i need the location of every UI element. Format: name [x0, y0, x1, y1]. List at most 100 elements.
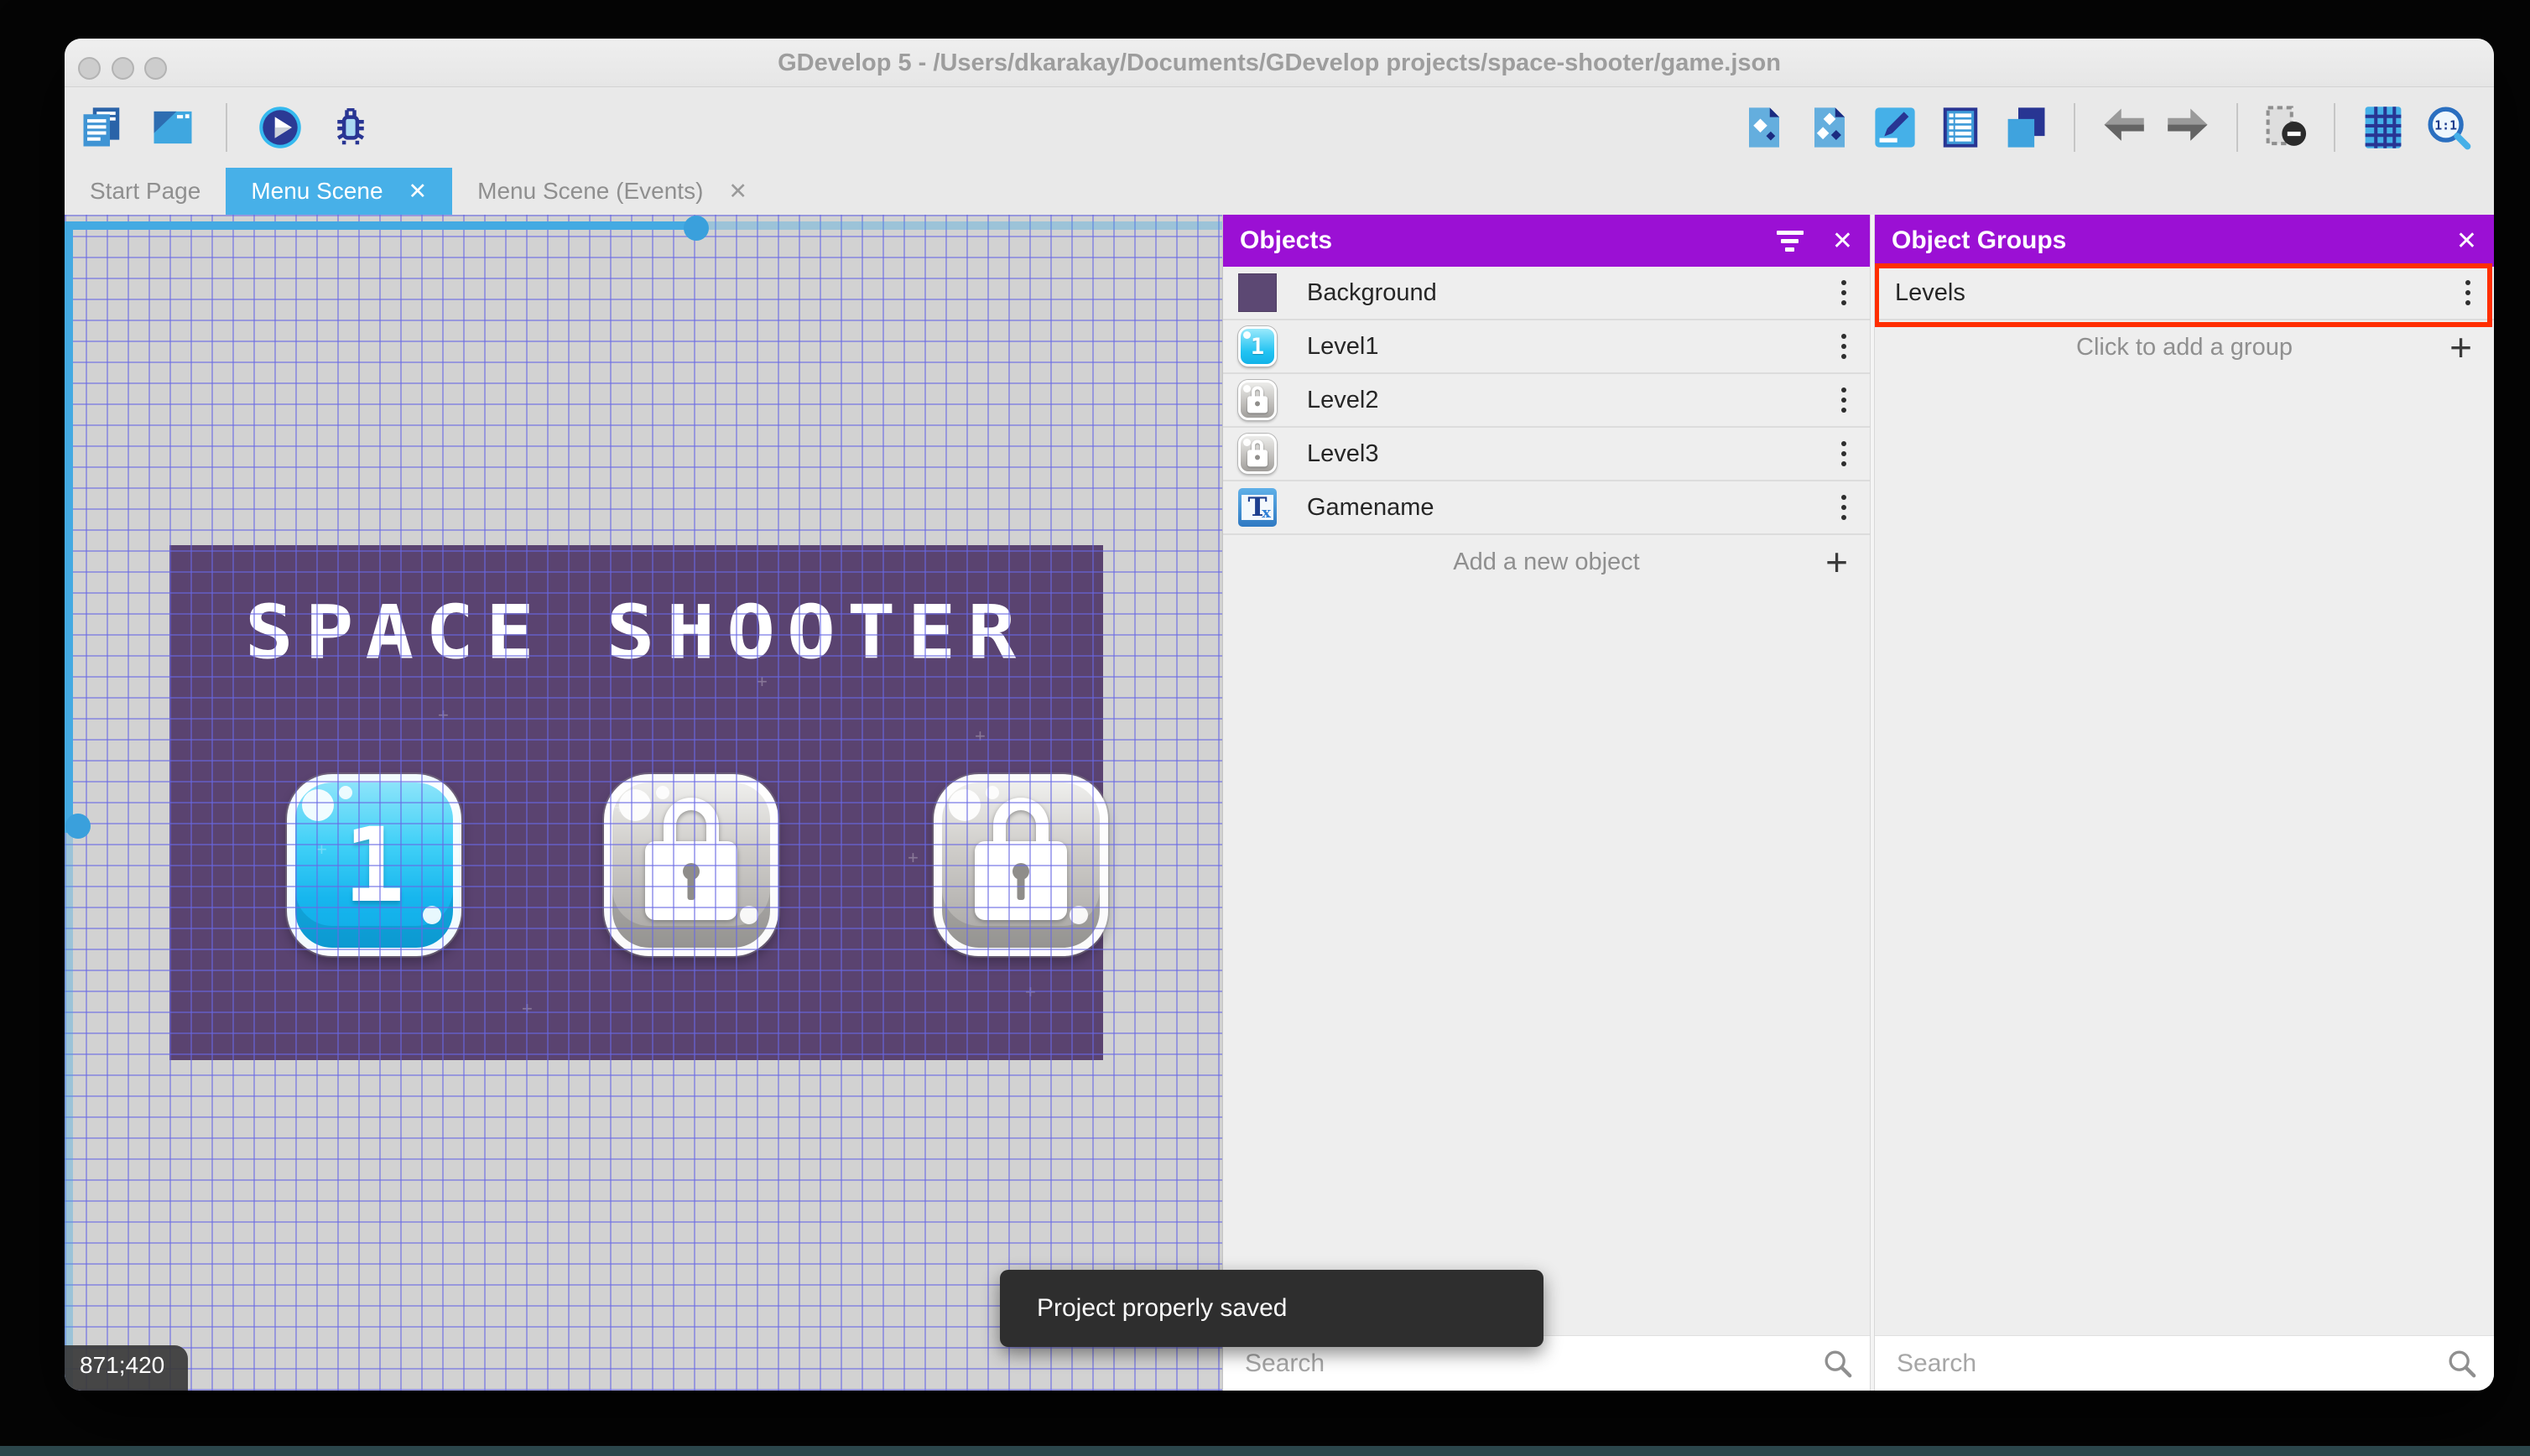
object-row-level1[interactable]: 1 Level1 [1223, 320, 1870, 374]
add-new-object-label: Add a new object [1453, 548, 1640, 575]
object-label: Level3 [1307, 439, 1379, 467]
tab-menu-scene-events[interactable]: Menu Scene (Events) ✕ [452, 168, 773, 215]
object-menu-kebab-icon[interactable] [1833, 436, 1855, 471]
grid-icon[interactable] [2359, 103, 2408, 152]
redo-icon[interactable] [2164, 103, 2213, 152]
toolbar-left-group [78, 87, 375, 168]
star-decoration: + [522, 998, 533, 1019]
preview-play-icon[interactable] [256, 103, 305, 152]
tab-label: Start Page [90, 178, 201, 204]
locked-button-icon [1238, 380, 1277, 420]
cursor-coordinates-badge: 871;420 [65, 1345, 189, 1391]
gloss-dot [740, 906, 758, 924]
search-icon [1825, 1349, 1852, 1377]
object-groups-panel: Object Groups ✕ Levels Click to add a gr… [1875, 215, 2494, 1391]
object-row-level2[interactable]: Level2 [1223, 374, 1870, 428]
star-decoration: + [316, 839, 327, 860]
vertical-scroll-indicator[interactable] [65, 221, 73, 1391]
add-objects-icon[interactable] [1805, 103, 1854, 152]
screen: GDevelop 5 - /Users/dkarakay/Documents/G… [0, 0, 2530, 1456]
close-tab-icon[interactable]: ✕ [728, 179, 747, 203]
editor-tabs: Start Page Menu Scene ✕ Menu Scene (Even… [65, 168, 2494, 215]
level-1-button[interactable]: 1 [287, 774, 461, 956]
close-panel-icon[interactable]: ✕ [1832, 226, 1853, 256]
scene-editor-canvas[interactable]: SPACE SHOOTER + + + + + + + + 1 871;420 [65, 215, 1222, 1391]
render-mask-icon[interactable] [2262, 103, 2310, 152]
tab-start-page[interactable]: Start Page [65, 168, 226, 215]
object-label: Level2 [1307, 386, 1379, 413]
plus-icon: + [2449, 325, 2472, 369]
object-groups-panel-header: Object Groups ✕ [1875, 215, 2494, 267]
objects-panel: Objects ✕ Background 1 Level1 Level2 Lev… [1222, 215, 1870, 1391]
toolbar-separator [226, 103, 227, 152]
object-menu-kebab-icon[interactable] [1833, 275, 1855, 310]
undo-icon[interactable] [2099, 103, 2147, 152]
horizontal-scroll-knob[interactable] [684, 216, 709, 241]
object-row-gamename[interactable]: Tx Gamename [1223, 481, 1870, 535]
group-menu-kebab-icon[interactable] [2457, 275, 2479, 310]
object-label: Level1 [1307, 332, 1379, 360]
scene-background-image[interactable]: SPACE SHOOTER + + + + + + + + 1 [169, 545, 1108, 1060]
toolbar-separator [2236, 103, 2238, 152]
object-label: Gamename [1307, 493, 1434, 521]
object-groups-panel-title: Object Groups [1892, 226, 2067, 254]
lock-icon [645, 797, 737, 923]
object-menu-kebab-icon[interactable] [1833, 329, 1855, 364]
level-3-locked-button[interactable] [934, 774, 1108, 956]
lock-icon [975, 797, 1067, 923]
toolbar-separator [2334, 103, 2335, 152]
save-toast: Project properly saved [1000, 1270, 1544, 1347]
search-icon [2449, 1349, 2476, 1377]
gloss-dot [1070, 906, 1088, 924]
zoom-1-1-icon[interactable]: 1:1 [2424, 103, 2473, 152]
gdevelop-window: GDevelop 5 - /Users/dkarakay/Documents/G… [65, 39, 2494, 1391]
title-bar: GDevelop 5 - /Users/dkarakay/Documents/G… [65, 39, 2494, 87]
locked-button-icon [1238, 434, 1277, 474]
window-title: GDevelop 5 - /Users/dkarakay/Documents/G… [778, 49, 1781, 76]
add-new-object-button[interactable]: Add a new object + [1223, 535, 1870, 589]
objects-panel-title: Objects [1240, 226, 1333, 254]
level-1-button-icon: 1 [1238, 326, 1277, 367]
star-decoration: + [614, 797, 625, 818]
layers-icon[interactable] [2002, 103, 2050, 152]
main-toolbar: 1:1 [65, 87, 2494, 168]
tab-menu-scene[interactable]: Menu Scene ✕ [226, 168, 453, 215]
objects-list-icon[interactable] [1936, 103, 1985, 152]
star-decoration: + [757, 671, 768, 692]
scene-title-text: SPACE SHOOTER [244, 589, 1028, 676]
vertical-scroll-knob[interactable] [65, 814, 91, 839]
main-content: SPACE SHOOTER + + + + + + + + 1 871;420 … [65, 215, 2494, 1391]
gloss-dot [423, 906, 441, 924]
object-groups-list: Levels Click to add a group + [1875, 267, 2494, 374]
close-tab-icon[interactable]: ✕ [409, 179, 428, 203]
level-2-locked-button[interactable] [604, 774, 778, 956]
star-decoration: + [438, 705, 449, 725]
debug-icon[interactable] [326, 103, 375, 152]
close-panel-icon[interactable]: ✕ [2456, 226, 2477, 256]
object-row-background[interactable]: Background [1223, 267, 1870, 320]
text-object-icon: Tx [1238, 488, 1277, 527]
background-swatch-icon [1238, 273, 1277, 312]
open-scene-window-icon[interactable] [148, 103, 197, 152]
plus-icon: + [1825, 540, 1848, 584]
star-decoration: + [1025, 981, 1036, 1002]
object-label: Background [1307, 278, 1437, 306]
filter-icon[interactable] [1776, 230, 1804, 252]
object-menu-kebab-icon[interactable] [1833, 490, 1855, 525]
toast-message: Project properly saved [1037, 1294, 1288, 1322]
groups-search-input[interactable] [1875, 1336, 2494, 1391]
edit-scene-properties-icon[interactable] [1871, 103, 1919, 152]
add-object-icon[interactable] [1740, 103, 1788, 152]
add-group-button[interactable]: Click to add a group + [1875, 320, 2494, 374]
objects-panel-header: Objects ✕ [1223, 215, 1870, 267]
toolbar-separator [2074, 103, 2075, 152]
object-menu-kebab-icon[interactable] [1833, 382, 1855, 418]
tab-label: Menu Scene (Events) [477, 178, 704, 204]
star-decoration: + [908, 847, 919, 868]
group-row-levels[interactable]: Levels [1875, 267, 2494, 320]
star-decoration: + [975, 725, 986, 746]
add-group-label: Click to add a group [2076, 333, 2293, 361]
horizontal-scroll-indicator[interactable] [65, 221, 1222, 230]
object-row-level3[interactable]: Level3 [1223, 428, 1870, 481]
project-manager-icon[interactable] [78, 103, 127, 152]
